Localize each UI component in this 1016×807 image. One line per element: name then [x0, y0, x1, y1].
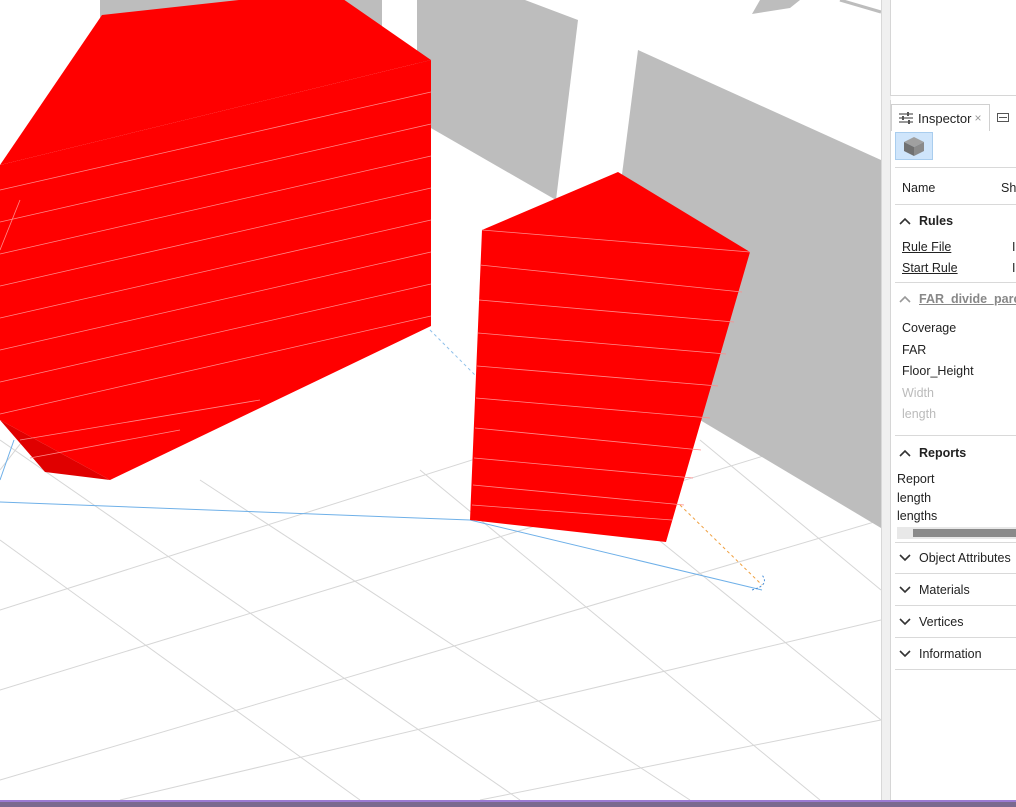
start-rule-value[interactable]: I — [1012, 261, 1015, 275]
rule-file-link[interactable]: Rule File — [902, 240, 951, 254]
divider — [895, 669, 1016, 670]
attr-coverage[interactable]: Coverage — [902, 321, 956, 335]
red-building-right[interactable] — [470, 172, 751, 542]
divider — [895, 542, 1016, 543]
information-label: Information — [919, 647, 982, 661]
tab-console[interactable] — [989, 104, 1016, 130]
reports-scrollbar[interactable] — [897, 527, 1016, 539]
shape-thumbnail — [895, 132, 933, 160]
section-rules-header[interactable]: Rules — [899, 214, 953, 228]
inspector-panel: Inspector × Name Sha Rules Rule File I S… — [890, 100, 1016, 800]
upper-panel — [890, 0, 1016, 96]
report-header: Report — [897, 472, 935, 486]
shape-icon — [904, 137, 924, 156]
attr-length: length — [902, 407, 937, 421]
scrollbar-thumb[interactable] — [913, 529, 1016, 537]
section-attributes-header[interactable]: FAR_divide_parce — [899, 292, 1016, 306]
divider — [895, 204, 1016, 205]
rule-file-value[interactable]: I — [1012, 240, 1015, 254]
section-rules-title: Rules — [919, 214, 954, 228]
attr-far[interactable]: FAR — [902, 343, 926, 357]
chevron-down-icon — [899, 650, 911, 658]
close-icon[interactable]: × — [974, 111, 981, 125]
chevron-down-icon — [899, 554, 911, 562]
section-information[interactable]: Information — [899, 647, 982, 661]
divider — [895, 573, 1016, 574]
start-rule-link[interactable]: Start Rule — [902, 261, 958, 275]
attr-width: Width — [902, 386, 934, 400]
section-materials[interactable]: Materials — [899, 583, 970, 597]
chevron-down-icon — [899, 586, 911, 594]
accent-edge — [0, 800, 1016, 802]
scene-canvas[interactable] — [0, 0, 881, 800]
section-object-attributes[interactable]: Object Attributes — [899, 551, 1011, 565]
section-reports-header[interactable]: Reports — [899, 446, 966, 460]
chevron-up-icon — [899, 217, 911, 225]
vertices-label: Vertices — [919, 615, 964, 629]
attributes-group-title: FAR_divide_parce — [919, 292, 1016, 306]
report-row-lengths: lengths — [897, 509, 938, 523]
object-attributes-label: Object Attributes — [919, 551, 1011, 565]
chevron-down-icon — [899, 618, 911, 626]
console-icon — [997, 112, 1009, 122]
red-building-left[interactable] — [0, 0, 432, 480]
name-value[interactable]: Sha — [1001, 181, 1016, 195]
materials-label: Materials — [919, 583, 970, 597]
divider — [895, 282, 1016, 283]
status-bar — [0, 800, 1016, 807]
tab-inspector-label: Inspector — [918, 110, 972, 126]
tab-inspector[interactable]: Inspector × — [891, 104, 990, 131]
divider — [895, 435, 1016, 436]
attr-floor-height[interactable]: Floor_Height — [902, 364, 974, 378]
report-row-length: length — [897, 491, 932, 505]
section-reports-title: Reports — [919, 446, 967, 460]
inspector-tabbar: Inspector × — [891, 104, 1016, 131]
chevron-up-icon — [899, 295, 911, 303]
chevron-up-icon — [899, 449, 911, 457]
divider — [895, 605, 1016, 606]
sliders-icon — [899, 112, 913, 124]
divider — [895, 637, 1016, 638]
divider — [895, 167, 1016, 168]
3d-viewport[interactable] — [0, 0, 881, 800]
section-vertices[interactable]: Vertices — [899, 615, 963, 629]
name-label: Name — [902, 181, 936, 195]
